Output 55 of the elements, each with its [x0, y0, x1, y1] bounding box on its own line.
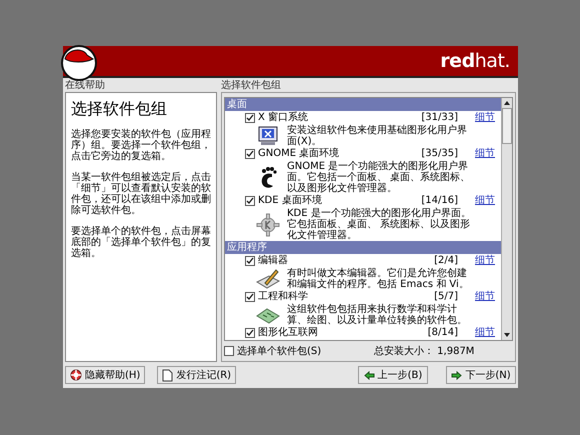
page-icon [162, 368, 174, 382]
group-description: KDE 是一个功能强大的图形化用户界面。它包括面板、桌面、 系统图标、以及图形化文件管理器。 [287, 208, 472, 241]
lifebuoy-icon [70, 369, 82, 381]
details-link[interactable]: 细节 [475, 327, 495, 339]
right-arrow-icon [451, 370, 462, 380]
group-name: X 窗口系统 [258, 112, 310, 124]
logo-icon [61, 45, 97, 81]
checkbox[interactable] [245, 196, 255, 206]
package-count: [31/33] [420, 112, 458, 124]
pencil-icon [255, 268, 281, 290]
help-paragraph: 选择您要安装的软件包（应用程序）组。要选择一个软件包组，点击它旁边的复选箱。 [71, 129, 211, 162]
total-size: 总安装大小： 1,987M [374, 344, 474, 358]
details-link[interactable]: 细节 [475, 148, 495, 160]
group-description: 安装这组软件包来使用基础图形化用户界面(X)。 [287, 125, 468, 147]
checkbox-label: 选择单个软件包(S) [237, 344, 322, 358]
checkbox[interactable] [245, 292, 255, 302]
group-description: GNOME 是一个功能强大的图形化用户界面。它包括一个面板、 桌面、系统图标、以及图形化文件管理器。 [287, 161, 472, 194]
help-title: 选择软件包组 [71, 99, 168, 119]
scroll-thumb[interactable] [502, 108, 512, 144]
panel-label: 在线帮助 [65, 80, 106, 92]
toolbar-button[interactable]: 隐藏帮助(H) [65, 366, 146, 384]
logo-wordmark: redhat. [440, 48, 510, 74]
group-description: 有时叫做文本编辑器。它们是允许您创建和编辑文件的程序。包括 Emacs 和 Vi。 [287, 268, 470, 290]
scrollbar[interactable] [501, 98, 512, 340]
details-link[interactable]: 细节 [475, 291, 495, 303]
help-paragraph: 当某一软件包组被选定后，点击「细节」可以查看默认安装的软件包，还可以在该组中添加或删除可选软件包。 [71, 172, 211, 216]
group-name: 工程和科学 [258, 291, 309, 303]
section-header: 桌面 [225, 98, 501, 111]
section-header: 应用程序 [225, 241, 501, 254]
package-count: [8/14] [426, 327, 458, 339]
checkbox[interactable] [245, 149, 255, 159]
toolbar-button[interactable]: 下一步(N) [446, 366, 516, 384]
group-name: GNOME 桌面环境 [258, 148, 340, 160]
panel-label: 选择软件包组 [221, 80, 282, 92]
group-name: 编辑器 [258, 255, 289, 267]
details-link[interactable]: 细节 [475, 195, 495, 207]
checkbox[interactable] [245, 113, 255, 123]
gear-icon [256, 212, 280, 236]
package-count: [35/35] [420, 148, 458, 160]
checkbox[interactable] [224, 346, 234, 356]
package-count: [14/16] [420, 195, 458, 207]
group-name: 图形化互联网 [258, 327, 319, 339]
group-name: KDE 桌面环境 [258, 195, 323, 207]
monitor-icon [256, 125, 280, 147]
toolbar-button[interactable]: 发行注记(R) [157, 366, 236, 384]
help-paragraph: 要选择单个的软件包，点击屏幕底部的「选择单个软件包」的复选箱。 [71, 226, 211, 259]
package-count: [2/4] [433, 255, 458, 267]
left-arrow-icon [364, 370, 375, 380]
checkbox[interactable] [245, 328, 255, 338]
package-count: [5/7] [433, 291, 458, 303]
details-link[interactable]: 细节 [475, 255, 495, 267]
checkbox[interactable] [245, 256, 255, 266]
toolbar-button[interactable]: 上一步(B) [358, 366, 428, 384]
group-description: 这组软件包包括用来执行数学和科学计算、绘图、以及计量单位转换的软件包。 [287, 304, 468, 326]
details-link[interactable]: 细节 [475, 112, 495, 124]
